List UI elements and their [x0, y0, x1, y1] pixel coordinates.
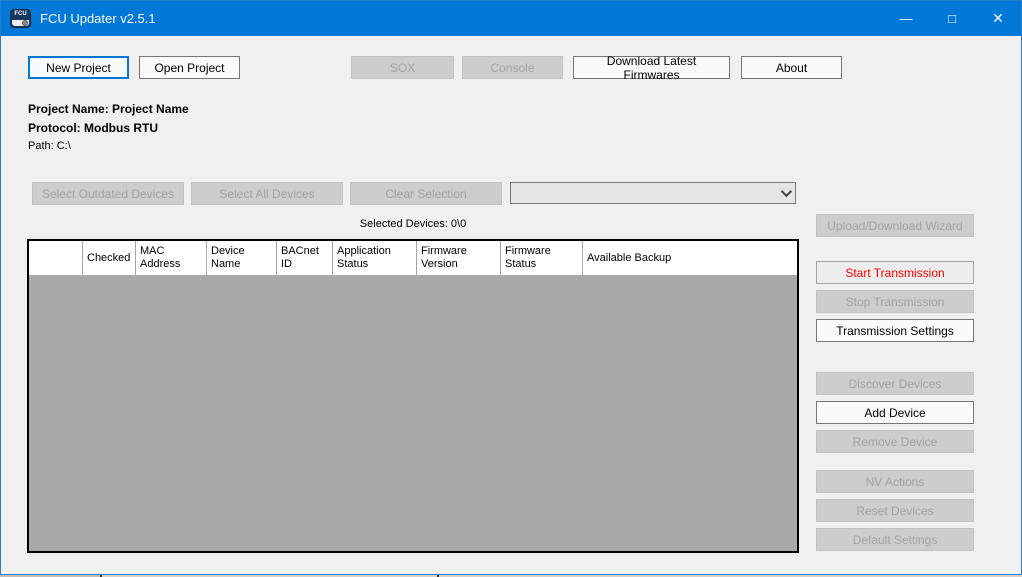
caption-buttons: — □ ✕ — [883, 1, 1021, 36]
close-icon: ✕ — [992, 10, 1004, 27]
selected-devices-label: Selected Devices: 0\0 — [27, 218, 799, 230]
remove-device-button: Remove Device — [816, 430, 974, 453]
new-project-button[interactable]: New Project — [28, 56, 129, 79]
column-header-device-name[interactable]: Device Name — [207, 241, 277, 275]
column-header-row-selector[interactable] — [29, 241, 83, 275]
app-window: FCU FCU Updater v2.5.1 — □ ✕ New Project… — [0, 0, 1022, 575]
table-body-empty — [29, 275, 797, 551]
window-title: FCU Updater v2.5.1 — [40, 11, 156, 26]
maximize-button[interactable]: □ — [929, 1, 975, 36]
column-header-mac-address[interactable]: MAC Address — [136, 241, 207, 275]
protocol-text: Protocol: Modbus RTU — [28, 121, 158, 135]
titlebar: FCU FCU Updater v2.5.1 — □ ✕ — [1, 1, 1021, 36]
app-icon-gear — [12, 20, 29, 26]
column-header-firmware-version[interactable]: Firmware Version — [417, 241, 501, 275]
maximize-icon: □ — [948, 11, 956, 26]
minimize-button[interactable]: — — [883, 1, 929, 36]
chevron-down-icon — [781, 186, 792, 197]
column-header-firmware-status[interactable]: Firmware Status — [501, 241, 583, 275]
column-header-bacnet-id[interactable]: BACnet ID — [277, 241, 333, 275]
start-transmission-button[interactable]: Start Transmission — [816, 261, 974, 284]
add-device-button[interactable]: Add Device — [816, 401, 974, 424]
close-button[interactable]: ✕ — [975, 1, 1021, 36]
select-outdated-devices-button: Select Outdated Devices — [32, 182, 184, 205]
devices-table: Checked MAC Address Device Name BACnet I… — [27, 239, 799, 553]
download-latest-firmwares-button[interactable]: Download Latest Firmwares — [573, 56, 730, 79]
project-name-text: Project Name: Project Name — [28, 102, 189, 116]
reset-devices-button: Reset Devices — [816, 499, 974, 522]
default-settings-button: Default Settings — [816, 528, 974, 551]
app-icon: FCU — [10, 9, 31, 28]
select-all-devices-button: Select All Devices — [191, 182, 343, 205]
column-header-available-backup[interactable]: Available Backup — [583, 241, 797, 275]
upload-download-wizard-button: Upload/Download Wizard — [816, 214, 974, 237]
stop-transmission-button: Stop Transmission — [816, 290, 974, 313]
app-icon-label: FCU — [11, 11, 30, 17]
nv-actions-button: NV Actions — [816, 470, 974, 493]
discover-devices-button: Discover Devices — [816, 372, 974, 395]
minimize-icon: — — [900, 11, 913, 26]
table-header: Checked MAC Address Device Name BACnet I… — [29, 241, 797, 275]
sox-button: SOX — [351, 56, 454, 79]
path-text: Path: C:\ — [28, 140, 71, 152]
column-header-checked[interactable]: Checked — [83, 241, 136, 275]
transmission-settings-button[interactable]: Transmission Settings — [816, 319, 974, 342]
device-filter-dropdown[interactable] — [510, 182, 796, 204]
console-button: Console — [462, 56, 563, 79]
column-header-application-status[interactable]: Application Status — [333, 241, 417, 275]
open-project-button[interactable]: Open Project — [139, 56, 240, 79]
about-button[interactable]: About — [741, 56, 842, 79]
clear-selection-button: Clear Selection — [350, 182, 502, 205]
